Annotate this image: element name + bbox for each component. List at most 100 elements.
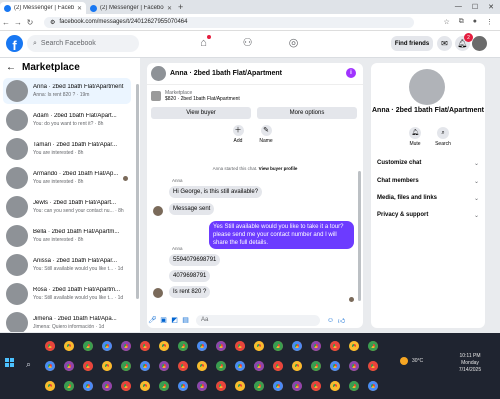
conversation-title[interactable]: Anna · 2bed 1bath Flat/Apartment bbox=[170, 70, 282, 77]
taskbar-browser-icon[interactable] bbox=[178, 381, 188, 391]
view-buyer-profile-link[interactable]: View buyer profile bbox=[259, 166, 298, 171]
taskbar-browser-icon[interactable] bbox=[140, 361, 150, 371]
back-icon[interactable]: ← bbox=[0, 18, 12, 27]
close-tab-icon[interactable]: ✕ bbox=[77, 5, 82, 12]
system-clock[interactable]: 10:11 PM Monday 7/14/2025 bbox=[452, 353, 488, 374]
taskbar-browser-icon[interactable] bbox=[121, 381, 131, 391]
chat-list-item[interactable]: Tamari · 2bed 1bath Flat/Apar... You are … bbox=[3, 136, 131, 162]
taskbar-browser-icon[interactable] bbox=[197, 341, 207, 351]
listing-thumbnail[interactable] bbox=[151, 66, 166, 81]
taskbar-browser-icon[interactable] bbox=[159, 341, 169, 351]
taskbar-browser-icon[interactable] bbox=[349, 381, 359, 391]
incoming-message[interactable]: Is rent 820 ? bbox=[169, 286, 211, 298]
menu-icon[interactable]: ⋮ bbox=[486, 18, 493, 26]
sticker-icon[interactable]: ◩ bbox=[169, 316, 180, 324]
taskbar-browser-icon[interactable] bbox=[311, 381, 321, 391]
conversation-scrollbar[interactable] bbox=[358, 171, 361, 301]
taskbar-browser-icon[interactable] bbox=[216, 361, 226, 371]
search-input[interactable]: ⌕ Search Facebook bbox=[27, 35, 139, 52]
taskbar-browser-icon[interactable] bbox=[311, 361, 321, 371]
taskbar-browser-icon[interactable] bbox=[102, 341, 112, 351]
incoming-message[interactable]: 5594079698791 bbox=[169, 254, 221, 266]
back-arrow-icon[interactable]: ← bbox=[6, 62, 16, 73]
taskbar-browser-icon[interactable] bbox=[368, 361, 378, 371]
taskbar-browser-icon[interactable] bbox=[254, 361, 264, 371]
bookmark-star-icon[interactable]: ☆ bbox=[443, 18, 449, 26]
image-icon[interactable]: ▣ bbox=[158, 316, 169, 324]
listing-card[interactable]: Marketplace $820 · 2bed 1bath Flat/Apart… bbox=[151, 90, 240, 102]
view-buyer-button[interactable]: View buyer bbox=[151, 107, 251, 119]
new-tab-button[interactable]: + bbox=[178, 2, 183, 12]
chat-list-item[interactable]: Armando · 2bed 1bath Flat/Ap... You are i… bbox=[3, 165, 131, 191]
taskbar-browser-icon[interactable] bbox=[140, 341, 150, 351]
taskbar-browser-icon[interactable] bbox=[140, 381, 150, 391]
privacy-support-section[interactable]: Privacy & support ⌄ bbox=[377, 212, 479, 219]
add-action[interactable]: ＋ Add bbox=[227, 125, 249, 144]
taskbar-browser-icon[interactable] bbox=[83, 361, 93, 371]
find-friends-button[interactable]: Find friends bbox=[391, 36, 433, 51]
chat-list-item[interactable]: Anna · 2bed 1bath Flat/Apartment Anna: Is… bbox=[3, 78, 131, 104]
like-thumb-icon[interactable]: 👍︎ bbox=[336, 316, 347, 325]
extensions-icon[interactable]: ⧉ bbox=[459, 18, 464, 26]
name-action[interactable]: ✎ Name bbox=[255, 125, 277, 144]
forward-icon[interactable]: → bbox=[12, 18, 24, 27]
taskbar-browser-icon[interactable] bbox=[121, 361, 131, 371]
facebook-logo-icon[interactable]: f bbox=[6, 35, 23, 52]
taskbar-browser-icon[interactable] bbox=[64, 381, 74, 391]
outgoing-message[interactable]: Yes Still available would you like to ta… bbox=[209, 221, 354, 249]
taskbar-browser-icon[interactable] bbox=[159, 361, 169, 371]
taskbar-browser-icon[interactable] bbox=[178, 341, 188, 351]
chat-list-item[interactable]: Anissa · 2bed 1bath Flat/Apar... You: Sti… bbox=[3, 252, 131, 278]
taskbar-browser-icon[interactable] bbox=[330, 381, 340, 391]
taskbar-browser-icon[interactable] bbox=[254, 341, 264, 351]
taskbar-browser-icon[interactable] bbox=[292, 361, 302, 371]
chat-list-item[interactable]: Adam · 2bed 1bath Flat/Apart... You: do y… bbox=[3, 107, 131, 133]
taskbar-browser-icon[interactable] bbox=[178, 361, 188, 371]
taskbar-browser-icon[interactable] bbox=[368, 381, 378, 391]
taskbar-browser-icon[interactable] bbox=[83, 341, 93, 351]
taskbar-browser-icon[interactable] bbox=[197, 381, 207, 391]
taskbar-browser-icon[interactable] bbox=[45, 341, 55, 351]
taskbar-browser-icon[interactable] bbox=[292, 341, 302, 351]
taskbar-browser-icon[interactable] bbox=[368, 341, 378, 351]
incoming-message[interactable]: Hi George, is this still available? bbox=[169, 186, 263, 198]
more-options-button[interactable]: More options bbox=[257, 107, 357, 119]
taskbar-browser-icon[interactable] bbox=[45, 381, 55, 391]
site-info-icon[interactable]: ⚙ bbox=[50, 19, 55, 26]
close-tab-icon[interactable]: ✕ bbox=[167, 5, 172, 12]
home-icon[interactable]: ⌂ bbox=[197, 35, 211, 50]
minimize-icon[interactable]: — bbox=[455, 3, 462, 11]
taskbar-browser-icon[interactable] bbox=[159, 381, 169, 391]
windows-start-icon[interactable] bbox=[5, 358, 15, 368]
reload-icon[interactable]: ↻ bbox=[24, 18, 36, 27]
taskbar-browser-icon[interactable] bbox=[216, 341, 226, 351]
account-avatar[interactable] bbox=[472, 36, 487, 51]
groups-icon[interactable]: ◎ bbox=[287, 37, 300, 50]
taskbar-browser-icon[interactable] bbox=[121, 341, 131, 351]
taskbar-browser-icon[interactable] bbox=[292, 381, 302, 391]
taskbar-browser-icon[interactable] bbox=[273, 361, 283, 371]
search-action[interactable]: ⌕ Search bbox=[431, 127, 455, 147]
taskbar-browser-icon[interactable] bbox=[64, 361, 74, 371]
maximize-icon[interactable]: ☐ bbox=[472, 3, 478, 11]
taskbar-browser-icon[interactable] bbox=[235, 381, 245, 391]
incoming-message[interactable]: Message sent bbox=[169, 203, 215, 215]
url-field[interactable]: ⚙ facebook.com/messages/t/24012627955070… bbox=[44, 16, 414, 28]
chat-list-item[interactable]: Rosa · 2bed 1bath Flat/Apartm... You: Sti… bbox=[3, 281, 131, 307]
chat-list-item[interactable]: Jewls · 2bed 1bath Flat/Apart... You: can… bbox=[3, 194, 131, 220]
microphone-icon[interactable]: 🎤︎ bbox=[147, 316, 158, 324]
mute-action[interactable]: 🔔︎ Mute bbox=[403, 127, 427, 147]
browser-tab-active[interactable]: (2) Messenger | Facebook ✕ bbox=[0, 2, 86, 14]
chat-list-item[interactable]: Bella · 2bed 1bath Flat/Apartm... You are… bbox=[3, 223, 131, 249]
taskbar-browser-icon[interactable] bbox=[102, 381, 112, 391]
notifications-bell-icon[interactable]: 🔔︎ 2 bbox=[455, 33, 473, 51]
emoji-icon[interactable]: ☺ bbox=[325, 317, 336, 324]
taskbar-browser-icon[interactable] bbox=[45, 361, 55, 371]
taskbar-browser-icon[interactable] bbox=[330, 361, 340, 371]
chat-list-scrollbar[interactable] bbox=[136, 84, 139, 299]
info-icon[interactable]: i bbox=[346, 68, 356, 78]
customize-chat-section[interactable]: Customize chat ⌄ bbox=[377, 160, 479, 167]
browser-tab[interactable]: (2) Messenger | Facebook ✕ bbox=[86, 2, 176, 14]
message-input[interactable]: Aa bbox=[196, 314, 320, 326]
taskbar-browser-icon[interactable] bbox=[330, 341, 340, 351]
